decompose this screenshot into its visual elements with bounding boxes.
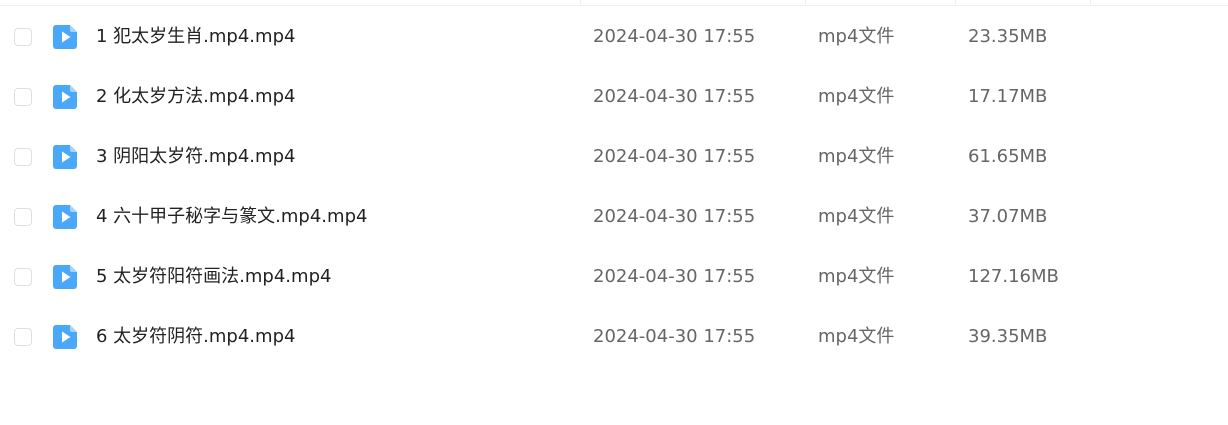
file-type: mp4文件: [818, 86, 895, 107]
column-separator[interactable]: [955, 0, 956, 6]
file-size: 23.35MB: [968, 26, 1048, 47]
file-name[interactable]: 1 犯太岁生肖.mp4.mp4: [96, 12, 295, 62]
file-date: 2024-04-30 17:55: [593, 146, 756, 167]
file-type: mp4文件: [818, 26, 895, 47]
row-checkbox[interactable]: [14, 328, 32, 346]
video-file-icon: [53, 205, 77, 229]
file-name[interactable]: 3 阴阳太岁符.mp4.mp4: [96, 132, 295, 182]
file-name[interactable]: 5 太岁符阳符画法.mp4.mp4: [96, 252, 331, 302]
file-date: 2024-04-30 17:55: [593, 326, 756, 347]
row-checkbox[interactable]: [14, 28, 32, 46]
file-type: mp4文件: [818, 146, 895, 167]
file-size: 127.16MB: [968, 266, 1059, 287]
column-separator[interactable]: [580, 0, 581, 6]
column-separator[interactable]: [1090, 0, 1091, 6]
file-name[interactable]: 6 太岁符阴符.mp4.mp4: [96, 312, 295, 362]
file-type: mp4文件: [818, 266, 895, 287]
file-size: 37.07MB: [968, 206, 1048, 227]
file-list: 1 犯太岁生肖.mp4.mp4 2024-04-30 17:55 mp4文件 2…: [0, 0, 1228, 425]
file-size: 17.17MB: [968, 86, 1048, 107]
file-row[interactable]: 1 犯太岁生肖.mp4.mp4 2024-04-30 17:55 mp4文件 2…: [0, 12, 1228, 72]
file-row[interactable]: 6 太岁符阴符.mp4.mp4 2024-04-30 17:55 mp4文件 3…: [0, 312, 1228, 372]
row-checkbox[interactable]: [14, 208, 32, 226]
file-size: 61.65MB: [968, 146, 1048, 167]
video-file-icon: [53, 325, 77, 349]
file-date: 2024-04-30 17:55: [593, 266, 756, 287]
video-file-icon: [53, 25, 77, 49]
file-date: 2024-04-30 17:55: [593, 26, 756, 47]
file-date: 2024-04-30 17:55: [593, 206, 756, 227]
file-date: 2024-04-30 17:55: [593, 86, 756, 107]
file-row[interactable]: 4 六十甲子秘字与篆文.mp4.mp4 2024-04-30 17:55 mp4…: [0, 192, 1228, 252]
video-file-icon: [53, 265, 77, 289]
file-row[interactable]: 5 太岁符阳符画法.mp4.mp4 2024-04-30 17:55 mp4文件…: [0, 252, 1228, 312]
file-row[interactable]: 3 阴阳太岁符.mp4.mp4 2024-04-30 17:55 mp4文件 6…: [0, 132, 1228, 192]
file-name[interactable]: 4 六十甲子秘字与篆文.mp4.mp4: [96, 192, 367, 242]
video-file-icon: [53, 145, 77, 169]
file-name[interactable]: 2 化太岁方法.mp4.mp4: [96, 72, 295, 122]
file-type: mp4文件: [818, 326, 895, 347]
header-divider: [0, 5, 1228, 6]
file-type: mp4文件: [818, 206, 895, 227]
row-checkbox[interactable]: [14, 88, 32, 106]
column-separator[interactable]: [805, 0, 806, 6]
file-size: 39.35MB: [968, 326, 1048, 347]
video-file-icon: [53, 85, 77, 109]
row-checkbox[interactable]: [14, 268, 32, 286]
row-checkbox[interactable]: [14, 148, 32, 166]
file-row[interactable]: 2 化太岁方法.mp4.mp4 2024-04-30 17:55 mp4文件 1…: [0, 72, 1228, 132]
